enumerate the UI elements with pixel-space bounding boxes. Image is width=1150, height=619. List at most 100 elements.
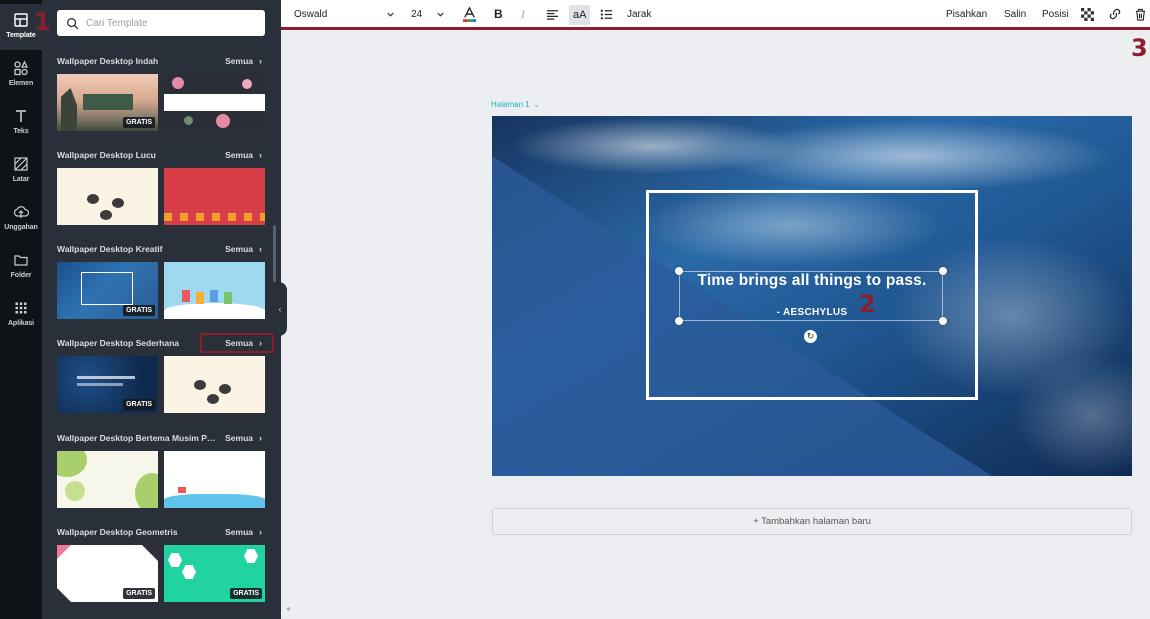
flower-shape [172,77,184,89]
resize-handle[interactable] [675,317,683,325]
highlight-box-see-all [200,333,274,353]
collapse-panel-button[interactable]: ‹ [273,282,287,336]
search-box[interactable] [57,10,265,36]
hexagon-shape [182,565,196,579]
rail-item-unggahan[interactable]: Unggahan [0,196,42,242]
see-all-label: Semua [225,433,253,443]
trash-icon [1135,8,1146,21]
flower-row [164,213,265,221]
section-title-indah: Wallpaper Desktop Indah [57,56,159,66]
text-line [77,376,135,379]
text-case-button[interactable]: aA [569,5,591,25]
free-badge: GRATIS [123,399,155,410]
triangle-shape [142,545,158,561]
position-button[interactable]: Posisi [1042,0,1069,28]
template-thumbnail[interactable] [164,356,265,413]
rail-item-elemen[interactable]: Elemen [0,52,42,98]
ungroup-button[interactable]: Pisahkan [946,0,987,28]
bold-icon: B [494,7,503,21]
bold-button[interactable]: B [494,0,503,28]
template-thumbnail[interactable]: GRATIS [57,356,158,413]
rail-item-latar[interactable]: Latar [0,148,42,194]
template-thumbnail[interactable] [164,262,265,319]
section-title-musim-panas: Wallpaper Desktop Bertema Musim Pan... [57,433,219,443]
triangle-shape [57,545,71,559]
resize-handle[interactable] [939,317,947,325]
template-thumbnail[interactable]: GRATIS [164,545,265,602]
brain-shape [207,394,219,404]
link-button[interactable] [1108,0,1122,28]
italic-button[interactable]: I [521,0,525,28]
quote-text[interactable]: Time brings all things to pass. [680,272,944,290]
align-left-icon [546,9,559,20]
annotation-marker-3: 3 [1131,34,1148,62]
leaf-shape [184,116,193,125]
template-thumbnail[interactable] [164,74,265,131]
chevron-right-icon: › [259,56,262,66]
see-all-geometris[interactable]: Semua › [222,527,262,537]
font-family-dropdown[interactable]: Oswald [294,0,394,28]
rail-label-latar: Latar [12,176,30,183]
text-color-icon [462,5,477,22]
font-family-value: Oswald [294,8,328,20]
ungroup-label: Pisahkan [946,8,988,20]
scroll-left-icon[interactable]: ◂ [286,604,290,613]
template-thumbnail[interactable] [57,451,158,508]
template-thumbnail[interactable]: GRATIS [57,74,158,131]
free-badge: GRATIS [230,588,262,599]
section-title-lucu: Wallpaper Desktop Lucu [57,150,156,160]
brain-shape [112,198,124,208]
see-all-label: Semua [225,56,253,66]
template-thumbnail[interactable]: GRATIS [57,545,158,602]
palm-leaf-shape [57,451,87,477]
template-thumbnail[interactable] [164,168,265,225]
template-thumbnail[interactable] [164,451,265,508]
see-all-musim-panas[interactable]: Semua › [222,433,262,443]
transparency-button[interactable] [1081,0,1094,28]
template-icon [14,13,28,27]
chevron-right-icon: › [259,433,262,443]
rail-item-teks[interactable]: Teks [0,100,42,146]
search-icon [67,17,79,29]
brain-shape [219,384,231,394]
font-size-value: 24 [411,8,423,20]
see-all-indah[interactable]: Semua › [222,56,262,66]
rail-label-elemen: Elemen [8,80,34,87]
font-size-dropdown[interactable]: 24 [411,0,446,28]
rotate-handle-icon[interactable]: ↻ [804,330,817,343]
top-toolbar: Oswald 24 B I aA Jarak Pisahkan Salin Po… [281,0,1150,30]
resize-handle[interactable] [675,267,683,275]
align-button[interactable] [546,0,559,28]
elements-icon [14,60,29,76]
page-label[interactable]: Halaman 1 ⌄ [491,100,540,109]
resize-handle[interactable] [939,267,947,275]
spacing-button[interactable]: Jarak [627,0,651,28]
add-page-button[interactable]: + Tambahkan halaman baru [492,508,1132,535]
chevron-right-icon: › [259,244,262,254]
rail-label-aplikasi: Aplikasi [7,320,35,327]
thumbnail-textbox [83,94,133,110]
copy-button[interactable]: Salin [1004,0,1026,28]
rail-item-aplikasi[interactable]: Aplikasi [0,292,42,338]
spacing-label: Jarak [627,8,652,20]
search-input[interactable] [86,17,256,29]
section-title-kreatif: Wallpaper Desktop Kreatif [57,244,163,254]
text-color-button[interactable] [462,0,478,28]
bullet-list-icon [600,9,613,19]
chevron-right-icon: › [259,150,262,160]
see-all-lucu[interactable]: Semua › [222,150,262,160]
see-all-kreatif[interactable]: Semua › [222,244,262,254]
delete-button[interactable] [1134,0,1147,28]
chevron-left-icon: ‹ [278,304,282,314]
chevron-down-icon: ⌄ [533,101,540,109]
copy-label: Salin [1004,8,1027,20]
rail-item-folder[interactable]: Folder [0,244,42,290]
italic-icon: I [521,6,525,21]
flower-shape [242,79,252,89]
hexagon-shape [244,549,258,563]
author-text[interactable]: - AESCHYLUS [760,307,864,318]
link-icon [1109,8,1121,20]
template-thumbnail[interactable] [57,168,158,225]
template-thumbnail[interactable]: GRATIS [57,262,158,319]
list-button[interactable] [600,0,613,28]
